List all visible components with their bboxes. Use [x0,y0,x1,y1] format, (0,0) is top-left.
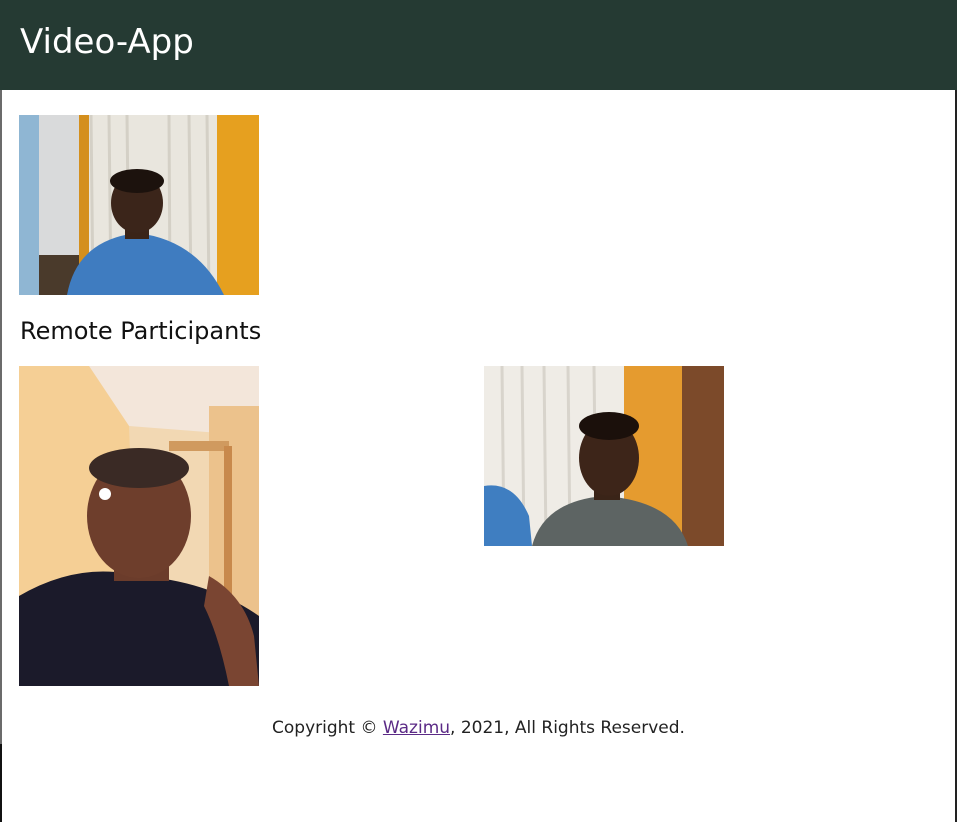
remote-video-frame [484,366,724,546]
local-participant-video [19,115,259,295]
app-title: Video-App [20,22,194,62]
copyright-suffix: , 2021, All Rights Reserved. [450,718,685,738]
window-border-left [0,34,2,744]
copyright-prefix: Copyright © [272,718,383,738]
local-video-frame [19,115,259,295]
app-header: Video-App [0,0,957,90]
page-footer: Copyright © Wazimu, 2021, All Rights Res… [0,718,957,738]
wazimu-link[interactable]: Wazimu [383,718,450,738]
remote-participants-heading: Remote Participants [20,317,262,345]
remote-participant-video [484,366,724,546]
remote-video-frame [19,366,259,686]
window-border-left-bottom [0,744,2,822]
remote-participant-video [19,366,259,686]
